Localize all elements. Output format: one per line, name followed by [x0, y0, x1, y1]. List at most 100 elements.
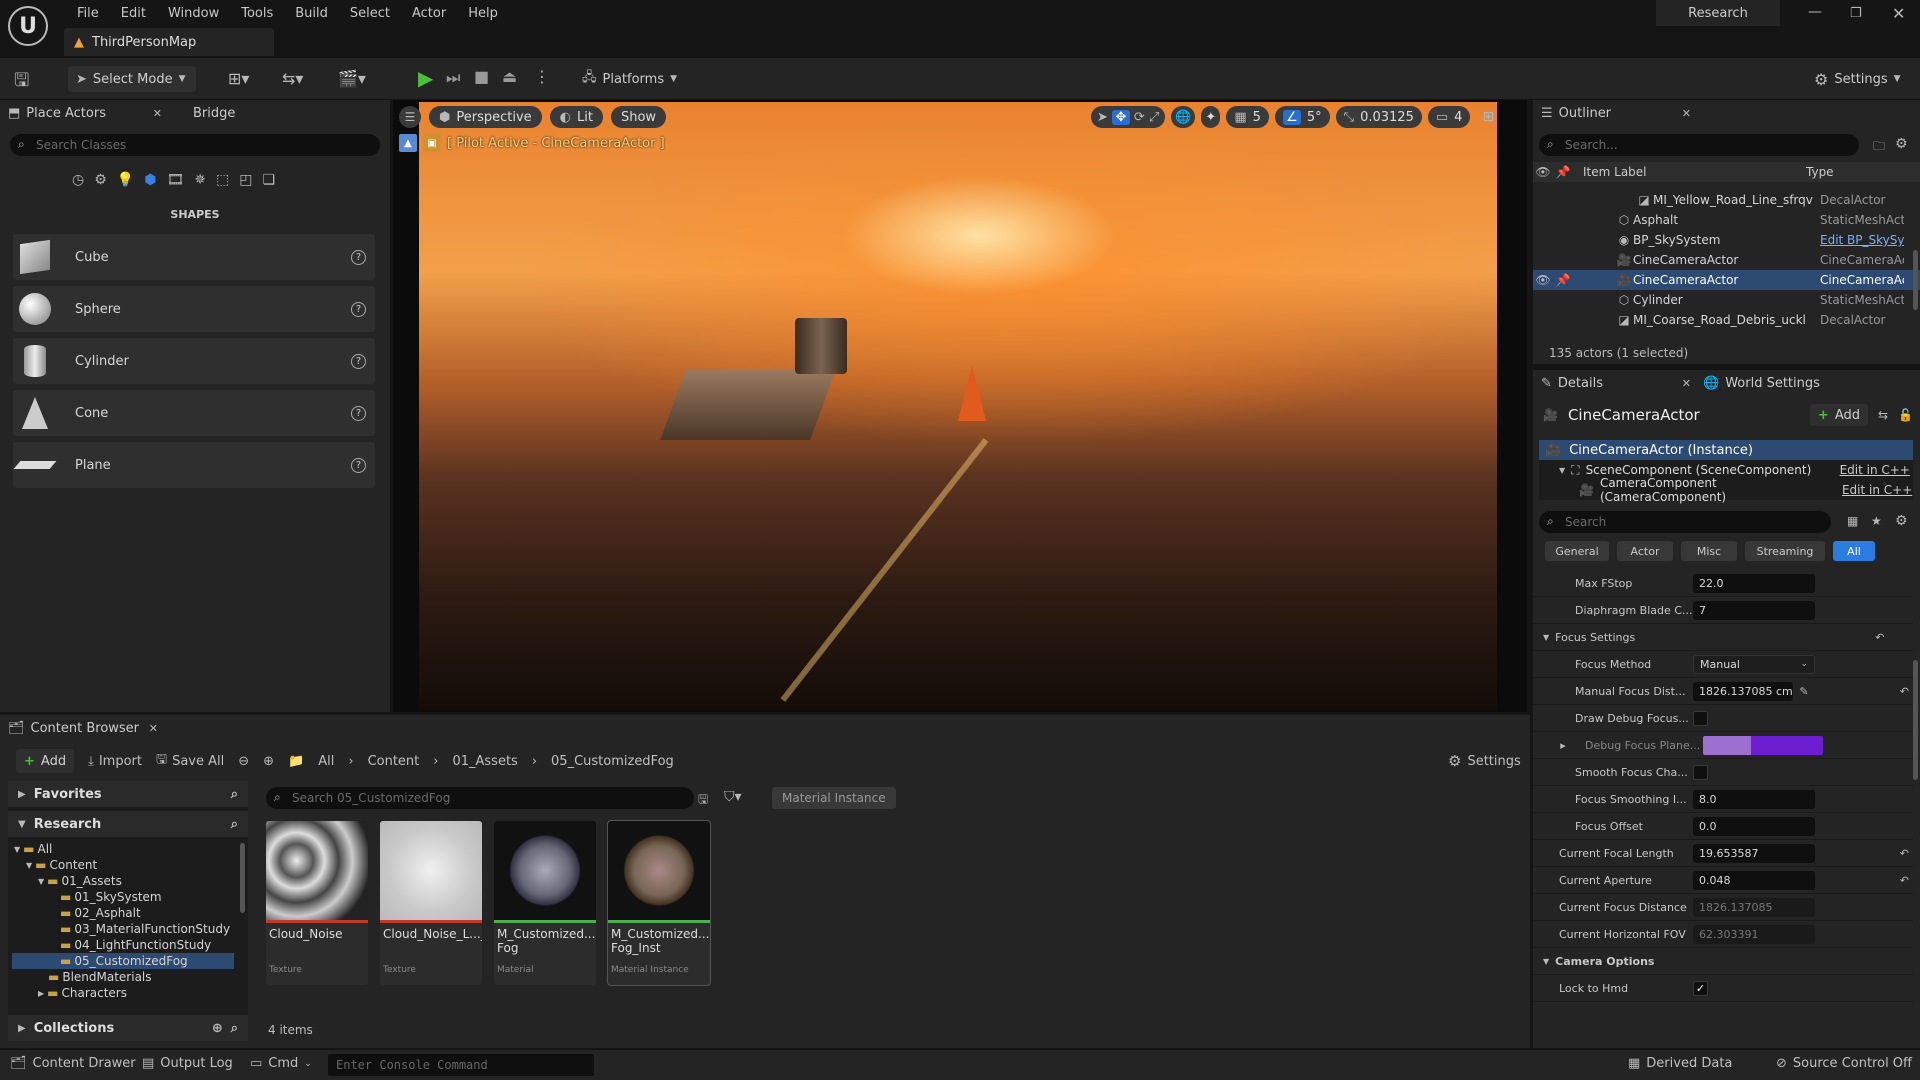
outliner-scrollbar[interactable] — [1913, 250, 1918, 310]
breadcrumb-item[interactable]: 01_Assets — [452, 754, 517, 769]
menu-edit[interactable]: Edit — [110, 6, 157, 21]
shape-plane[interactable]: Plane ? — [13, 442, 375, 488]
more-options-icon[interactable]: ⋮ — [534, 67, 550, 86]
tree-item[interactable]: ▼ ▬ All — [12, 841, 234, 857]
all-classes-icon[interactable]: ❏ — [262, 172, 275, 188]
details-search-input[interactable]: ⌕ Search — [1539, 511, 1831, 533]
perspective-button[interactable]: ⬢ Perspective — [429, 106, 542, 128]
outliner-row[interactable]: 🎥 CineCameraActor CineCameraAc — [1533, 250, 1920, 270]
tree-scrollbar[interactable] — [240, 843, 245, 913]
scale-snap-button[interactable]: ⤡ 0.03125 — [1335, 106, 1422, 128]
bridge-tab[interactable]: Bridge — [193, 100, 235, 126]
close-tab-icon[interactable]: ✕ — [1682, 377, 1691, 390]
move-icon[interactable]: ✥ — [1111, 109, 1130, 125]
filter-general[interactable]: General — [1545, 541, 1609, 561]
geometry-icon[interactable]: ⬚ — [216, 172, 229, 188]
blueprint-icon[interactable]: ⇆ — [1878, 408, 1888, 422]
pin-icon[interactable]: 📌 — [1553, 165, 1573, 179]
eyedropper-icon[interactable]: ✎ — [1793, 685, 1815, 698]
draw-debug-checkbox[interactable] — [1693, 710, 1708, 726]
volumes-icon[interactable]: ◰ — [239, 172, 252, 188]
reset-icon[interactable]: ↶ — [1900, 874, 1909, 887]
filter-actor[interactable]: Actor — [1617, 541, 1673, 561]
visibility-icon[interactable]: 👁 — [1533, 273, 1553, 287]
grid-snap-button[interactable]: ▦ 5 — [1226, 106, 1269, 128]
content-settings-button[interactable]: ⚙ Settings — [1448, 749, 1521, 773]
aperture-input[interactable]: 0.048 — [1693, 870, 1815, 890]
smooth-focus-checkbox[interactable] — [1693, 764, 1708, 780]
map-tab[interactable]: ▲ ThirdPersonMap — [64, 28, 274, 56]
gear-icon[interactable]: ⚙ — [1895, 513, 1908, 529]
filter-chip[interactable]: Material Instance — [772, 787, 896, 809]
debug-plane-color-swatch[interactable] — [1703, 735, 1823, 755]
select-icon[interactable]: ➤ — [1097, 110, 1108, 125]
breadcrumb-item[interactable]: Content — [368, 754, 420, 769]
cmd-dropdown[interactable]: ▭ Cmd ⌄ — [250, 1056, 312, 1071]
hamburger-icon[interactable]: ☰ — [399, 106, 421, 128]
close-tab-icon[interactable]: ✕ — [1682, 107, 1691, 120]
content-drawer-button[interactable]: 🗂 Content Drawer — [10, 1056, 136, 1071]
research-header[interactable]: ▼ Research ⌕ — [8, 811, 248, 837]
asset-tile[interactable]: Cloud_Noise_L..._Contrast Texture — [380, 821, 482, 985]
search-icon[interactable]: ⌕ — [231, 817, 238, 832]
cinematic-icon[interactable]: 🎞 — [166, 172, 184, 188]
favorite-star-icon[interactable]: ★ — [1871, 514, 1882, 528]
research-button[interactable]: Research — [1656, 0, 1780, 26]
forward-icon[interactable]: ⊕ — [263, 754, 274, 769]
tree-item[interactable]: ▬ 02_Asphalt — [12, 905, 234, 921]
breadcrumb-item[interactable]: 05_CustomizedFog — [551, 754, 674, 769]
angle-snap-button[interactable]: ∠ 5° — [1274, 106, 1330, 128]
col-type[interactable]: Type — [1800, 165, 1834, 179]
pin-icon[interactable]: 📌 — [1553, 273, 1573, 287]
edit-blueprint-link[interactable]: Edit BP_SkySy — [1820, 233, 1904, 247]
focus-smoothing-input[interactable]: 8.0 — [1693, 789, 1815, 809]
breadcrumb-item[interactable]: All — [318, 754, 334, 769]
world-local-icon[interactable]: 🌐 — [1171, 106, 1196, 128]
help-icon[interactable]: ? — [351, 405, 366, 421]
tree-item[interactable]: ▬ 04_LightFunctionStudy — [12, 937, 234, 953]
save-search-icon[interactable]: 🖫 — [698, 790, 708, 811]
close-tab-icon[interactable]: ✕ — [153, 107, 162, 120]
favorites-header[interactable]: ▶ Favorites ⌕ — [8, 781, 248, 807]
help-icon[interactable]: ? — [351, 457, 366, 473]
add-folder-icon[interactable]: 🗀 — [1873, 137, 1885, 158]
show-button[interactable]: Show — [610, 106, 667, 128]
tree-item-selected[interactable]: ▬ 05_CustomizedFog — [12, 953, 234, 969]
restore-icon[interactable]: ❐ — [1850, 6, 1862, 21]
menu-window[interactable]: Window — [157, 6, 230, 21]
close-tab-icon[interactable]: ✕ — [149, 722, 158, 735]
outliner-tab[interactable]: ☰ Outliner ✕ — [1541, 100, 1691, 126]
edit-cpp-link[interactable]: Edit in C++ — [1842, 483, 1912, 497]
focal-length-input[interactable]: 19.653587 — [1693, 843, 1815, 863]
details-tab[interactable]: ✎ Details ✕ — [1541, 370, 1691, 396]
help-icon[interactable]: ? — [351, 301, 366, 317]
console-input[interactable]: Enter Console Command — [328, 1054, 594, 1076]
shape-cone[interactable]: Cone ? — [13, 390, 375, 436]
level-viewport[interactable]: ☰ ⬢ Perspective ◐ Lit Show ▲ ▣ [ Pilot A… — [393, 100, 1527, 712]
tree-item[interactable]: ▬ 03_MaterialFunctionStudy — [12, 921, 234, 937]
search-icon[interactable]: ⌕ — [231, 787, 238, 802]
pilot-icon[interactable]: ▲ — [399, 134, 417, 152]
tree-item[interactable]: ▬ 01_SkySystem — [12, 889, 234, 905]
visual-effects-icon[interactable]: ✵ — [194, 172, 206, 188]
menu-tools[interactable]: Tools — [230, 6, 284, 21]
menu-select[interactable]: Select — [339, 6, 401, 21]
asset-tile[interactable]: Cloud_Noise Texture — [266, 821, 368, 985]
help-icon[interactable]: ? — [351, 353, 366, 369]
back-icon[interactable]: ⊖ — [238, 754, 249, 769]
play-icon[interactable]: ▶ — [418, 66, 433, 90]
tree-item[interactable]: ▼ ▬ 01_Assets — [12, 873, 234, 889]
import-button[interactable]: ⤓ Import — [88, 754, 142, 769]
max-fstop-input[interactable]: 22.0 — [1693, 573, 1815, 593]
search-classes-input[interactable]: ⌕ Search Classes — [10, 134, 380, 156]
reset-icon[interactable]: ↶ — [1900, 685, 1909, 698]
stop-icon[interactable]: ■ — [474, 67, 489, 86]
focus-settings-group[interactable]: ▼ Focus Settings ↶ — [1533, 624, 1913, 651]
lights-icon[interactable]: 💡 — [117, 172, 134, 188]
gear-icon[interactable]: ⚙ — [1895, 136, 1908, 152]
reset-icon[interactable]: ↶ — [1875, 631, 1884, 644]
derived-data-button[interactable]: ▦ Derived Data — [1628, 1056, 1732, 1071]
blade-count-input[interactable]: 7 — [1693, 600, 1815, 620]
menu-build[interactable]: Build — [284, 6, 339, 21]
tree-item[interactable]: ▬ BlendMaterials — [12, 969, 234, 985]
